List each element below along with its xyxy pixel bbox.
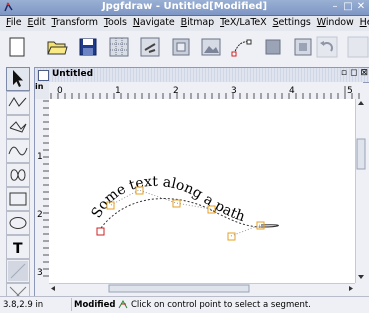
document-icon (38, 70, 49, 81)
select-all-icon[interactable] (292, 36, 314, 58)
menu-help[interactable]: Help (357, 16, 369, 28)
menu-window[interactable]: Window (314, 16, 357, 28)
tool-palette: T (0, 65, 34, 312)
grid-lock-icon[interactable] (139, 36, 161, 58)
ellipse-icon[interactable] (6, 211, 30, 235)
menu-file[interactable]: File (3, 16, 25, 28)
grid-icon[interactable] (108, 36, 130, 58)
ruler-unit: in (35, 82, 49, 99)
menu-navigate[interactable]: Navigate (130, 16, 178, 28)
text-on-path: Some text along a path (89, 174, 247, 225)
zoom-icon[interactable] (262, 36, 284, 58)
rectangle-icon[interactable] (6, 187, 30, 211)
menu-settings[interactable]: Settings (270, 16, 314, 28)
maximize-icon[interactable]: □ (342, 1, 354, 13)
title-bar: Jpgfdraw - Untitled[Modified] – □ ✕ (0, 0, 369, 16)
menu-tools[interactable]: Tools (101, 16, 130, 28)
image-icon[interactable] (200, 36, 222, 58)
ruler-label: 3 (231, 86, 237, 96)
ruler-label: 1 (115, 86, 121, 96)
closed-curve-icon[interactable] (6, 163, 30, 187)
new-icon[interactable] (6, 36, 28, 58)
status-message: Click on control point to select a segme… (131, 300, 311, 310)
hint-icon (118, 299, 128, 309)
status-bar: 3.8,2.9 in Modified Click on control poi… (0, 296, 369, 313)
document-title: Untitled (52, 69, 94, 79)
ruler-label: 4 (289, 86, 295, 96)
open-icon[interactable] (46, 36, 68, 58)
menu-transform[interactable]: Transform (49, 16, 101, 28)
undo-icon[interactable] (316, 36, 338, 58)
menu-edit[interactable]: Edit (25, 16, 49, 28)
control-point[interactable] (172, 199, 181, 208)
path-edit-icon[interactable] (231, 36, 253, 58)
open-curve-icon[interactable] (6, 139, 30, 163)
ruler-label: 0 (57, 86, 63, 96)
closed-line-icon[interactable] (6, 115, 30, 139)
minimize-icon[interactable]: – (329, 1, 341, 13)
menu-tex-latex[interactable]: TeX/LaTeX (217, 16, 270, 28)
selected-control-point[interactable] (96, 227, 105, 236)
horizontal-ruler: 0 1 2 3 4 5 (49, 82, 363, 99)
close-icon[interactable]: ⊠ (360, 68, 368, 78)
close-icon[interactable]: ✕ (355, 1, 367, 13)
window-title: Jpgfdraw - Untitled[Modified] (101, 1, 268, 12)
math-text-icon[interactable] (6, 259, 30, 283)
svg-text:T: T (13, 241, 23, 257)
restore-icon[interactable]: ▫ (341, 68, 347, 78)
text-icon[interactable]: T (6, 235, 30, 259)
document-title-bar[interactable]: Untitled ▫ ◻ ⊠ (35, 68, 369, 83)
vertical-scrollbar[interactable] (355, 99, 366, 283)
drawing-canvas[interactable]: Some text along a path (49, 99, 355, 283)
modified-indicator: Modified (74, 300, 116, 310)
control-point[interactable] (227, 232, 236, 241)
ruler-label: 1 (37, 152, 43, 162)
display-settings-icon[interactable] (170, 36, 192, 58)
ruler-label: 5 (347, 86, 353, 96)
menu-bar: File Edit Transform Tools Navigate Bitmap TeX/… (0, 16, 369, 32)
maximize-icon[interactable]: ◻ (350, 68, 357, 78)
vertical-ruler: 1 2 3 (35, 99, 49, 283)
horizontal-scrollbar[interactable] (49, 283, 355, 293)
ruler-label: 3 (37, 268, 43, 278)
main-toolbar (0, 31, 369, 65)
ruler-label: 2 (173, 86, 179, 96)
menu-bitmap[interactable]: Bitmap (178, 16, 217, 28)
open-line-icon[interactable] (6, 91, 30, 115)
save-icon[interactable] (77, 36, 99, 58)
select-icon[interactable] (6, 67, 30, 91)
control-point[interactable] (256, 221, 265, 230)
cursor-coordinates: 3.8,2.9 in (3, 300, 44, 310)
redo-icon[interactable] (347, 36, 369, 58)
ruler-label: 2 (37, 210, 43, 220)
